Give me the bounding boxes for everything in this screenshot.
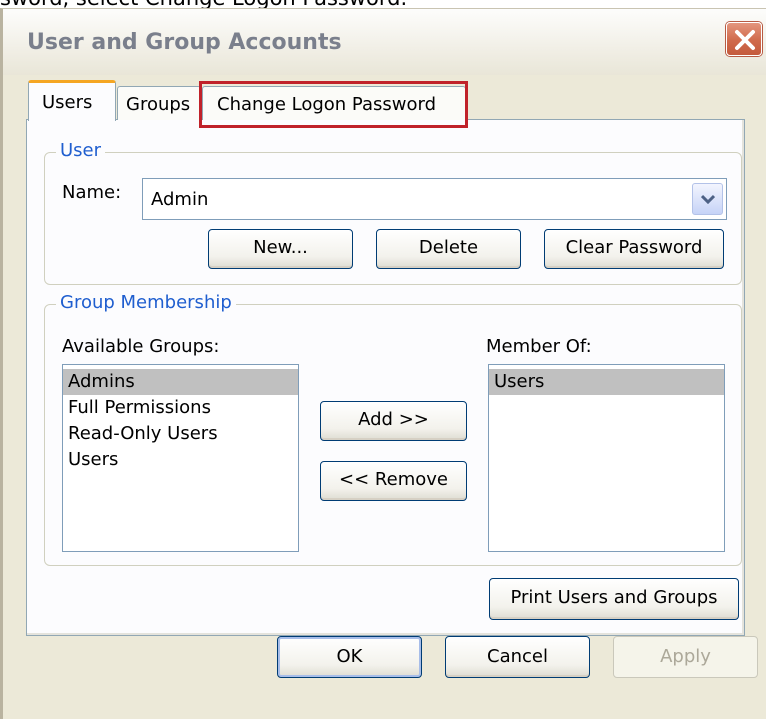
list-item-read-only-users[interactable]: Read-Only Users <box>63 421 298 447</box>
window-title: User and Group Accounts <box>27 30 342 55</box>
remove-group-button[interactable]: << Remove <box>320 461 467 501</box>
tab-users-label: Users <box>42 92 93 113</box>
apply-button[interactable]: Apply <box>613 636 758 678</box>
new-user-button[interactable]: New... <box>208 229 353 269</box>
print-users-groups-button[interactable]: Print Users and Groups <box>489 578 739 620</box>
name-combobox-dropdown-button[interactable] <box>692 183 723 215</box>
tab-users[interactable]: Users <box>28 80 116 121</box>
highlight-annotation <box>199 81 468 128</box>
chevron-down-icon <box>701 194 715 204</box>
delete-user-button[interactable]: Delete <box>376 229 521 269</box>
name-combobox[interactable]: Admin <box>142 178 727 220</box>
cancel-button[interactable]: Cancel <box>445 636 590 678</box>
list-item-admins[interactable]: Admins <box>63 369 298 395</box>
available-groups-label: Available Groups: <box>62 336 220 357</box>
tab-groups-label: Groups <box>126 94 191 115</box>
ok-button[interactable]: OK <box>277 636 422 678</box>
available-groups-list[interactable]: Admins Full Permissions Read-Only Users … <box>62 364 299 552</box>
clear-password-button[interactable]: Clear Password <box>544 229 724 269</box>
member-of-list[interactable]: Users <box>488 364 725 552</box>
close-icon <box>735 30 755 50</box>
list-item-users[interactable]: Users <box>63 447 298 473</box>
list-item-full-permissions[interactable]: Full Permissions <box>63 395 298 421</box>
name-label: Name: <box>62 182 122 203</box>
tab-groups[interactable]: Groups <box>117 86 201 120</box>
user-group-legend: User <box>56 140 106 161</box>
add-group-button[interactable]: Add >> <box>320 401 467 441</box>
member-of-label: Member Of: <box>486 336 592 357</box>
group-membership-legend: Group Membership <box>56 292 236 313</box>
member-of-item-users[interactable]: Users <box>489 369 724 395</box>
close-button[interactable] <box>726 22 762 56</box>
name-combobox-value: Admin <box>151 189 209 210</box>
